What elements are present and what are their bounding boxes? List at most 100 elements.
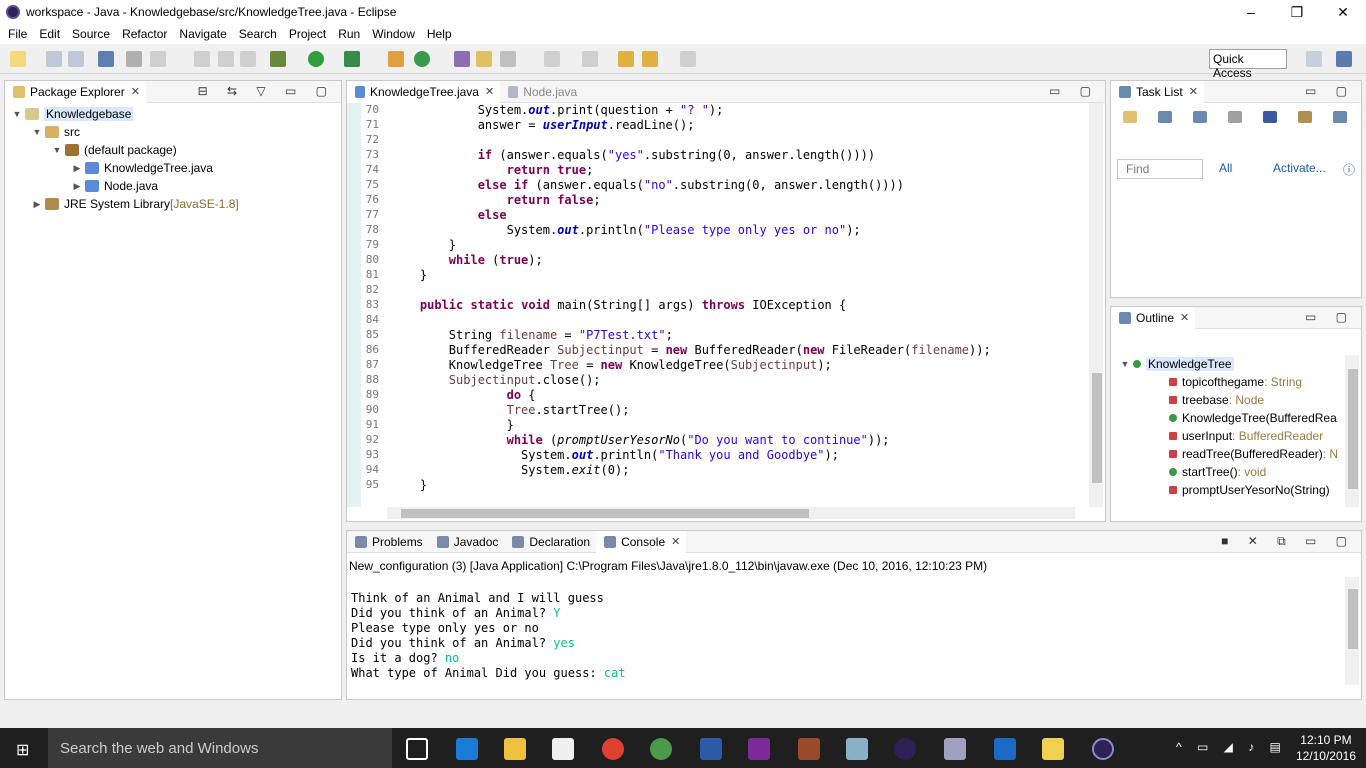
synchronize-icon[interactable] — [1333, 111, 1347, 123]
maximize-button[interactable]: ❐ — [1274, 0, 1320, 24]
tree-item[interactable]: ▶ Node.java — [5, 177, 341, 195]
back-icon[interactable] — [642, 51, 658, 67]
new-class-icon[interactable] — [414, 51, 430, 67]
task-view-controls[interactable]: ▭ ▢ — [1305, 84, 1355, 98]
new-java-project-icon[interactable] — [388, 51, 404, 67]
menu-project[interactable]: Project — [283, 27, 332, 41]
tab-problems[interactable]: Problems — [347, 531, 429, 553]
outline-view-controls[interactable]: ▭ ▢ — [1305, 310, 1355, 324]
outline-item[interactable]: startTree() : void — [1111, 463, 1361, 481]
format-icon[interactable] — [194, 51, 210, 67]
chevron-down-icon[interactable]: ▼ — [31, 127, 43, 137]
all-link[interactable]: All — [1219, 161, 1232, 175]
eclipse-taskbar-icon[interactable] — [894, 738, 916, 760]
outline-item[interactable]: topicofthegame : String — [1111, 373, 1361, 391]
menu-search[interactable]: Search — [233, 27, 283, 41]
mark-icon[interactable] — [150, 51, 166, 67]
app-icon[interactable] — [846, 738, 868, 760]
collapse-icon[interactable] — [1263, 111, 1277, 123]
save-all-icon[interactable] — [68, 51, 84, 67]
toggle-icon[interactable] — [126, 51, 142, 67]
close-icon[interactable]: ✕ — [671, 535, 680, 548]
menu-source[interactable]: Source — [66, 27, 116, 41]
editor-vertical-scrollbar[interactable] — [1089, 103, 1103, 507]
run-icon[interactable] — [308, 51, 324, 67]
menu-edit[interactable]: Edit — [33, 27, 66, 41]
editor-horizontal-scrollbar[interactable] — [387, 507, 1075, 519]
forward-icon[interactable] — [680, 51, 696, 67]
close-icon[interactable]: ✕ — [1180, 311, 1189, 324]
chevron-down-icon[interactable]: ▼ — [51, 145, 63, 155]
show-whitespace-icon[interactable] — [218, 51, 234, 67]
filter-icon[interactable] — [1228, 111, 1242, 123]
tab-node-java[interactable]: Node.java — [500, 81, 583, 103]
folder-icon[interactable] — [1042, 738, 1064, 760]
chevron-down-icon[interactable]: ▼ — [1119, 359, 1131, 369]
close-icon[interactable]: ✕ — [131, 85, 140, 98]
view-controls[interactable]: ⊟ ⇆ ▽ ▭ ▢ — [198, 84, 335, 98]
menu-run[interactable]: Run — [332, 27, 366, 41]
open-type-icon[interactable] — [454, 51, 470, 67]
save-icon[interactable] — [46, 51, 62, 67]
tab-package-explorer[interactable]: Package Explorer ✕ — [5, 80, 146, 103]
system-tray-icons[interactable]: ^ ▭ ◢ ♪ ▤ — [1176, 740, 1287, 754]
last-edit-icon[interactable] — [618, 51, 634, 67]
menu-refactor[interactable]: Refactor — [116, 27, 173, 41]
clock[interactable]: 12:10 PM 12/10/2016 — [1296, 732, 1356, 764]
coverage-icon[interactable] — [344, 51, 360, 67]
java-perspective-icon[interactable] — [1336, 51, 1352, 67]
debug-icon[interactable] — [270, 51, 286, 67]
menu-navigate[interactable]: Navigate — [173, 27, 232, 41]
new-icon[interactable] — [10, 51, 26, 67]
next-annotation-icon[interactable] — [544, 51, 560, 67]
tree-item[interactable]: ▼ (default package) — [5, 141, 341, 159]
chrome-icon[interactable] — [602, 738, 624, 760]
word-icon[interactable] — [700, 738, 722, 760]
open-folder-icon[interactable] — [476, 51, 492, 67]
chevron-right-icon[interactable]: ▶ — [71, 181, 83, 192]
activate-link[interactable]: Activate... — [1273, 161, 1326, 175]
edge-icon[interactable] — [456, 738, 478, 760]
paragraph-icon[interactable] — [240, 51, 256, 67]
open-perspective-icon[interactable] — [1306, 51, 1322, 67]
globe-icon[interactable] — [650, 738, 672, 760]
tree-item[interactable]: ▼ src — [5, 123, 341, 141]
close-icon[interactable]: ✕ — [485, 85, 494, 98]
tree-item[interactable]: ▼ Knowledgebase — [5, 105, 341, 123]
chevron-right-icon[interactable]: ▶ — [71, 163, 83, 174]
menu-file[interactable]: File — [2, 27, 33, 41]
categorize-icon[interactable] — [1158, 111, 1172, 123]
paint-icon[interactable] — [944, 738, 966, 760]
chevron-right-icon[interactable]: ▶ — [31, 199, 43, 210]
new-task-icon[interactable] — [1123, 111, 1137, 123]
eclipse-active-icon[interactable] — [1092, 738, 1114, 760]
outline-item[interactable]: promptUserYesorNo(String) — [1111, 481, 1361, 499]
console-view-controls[interactable]: ■ ✕ ⧉ ▭ ▢ — [1221, 534, 1355, 549]
menu-help[interactable]: Help — [421, 27, 458, 41]
editor-view-controls[interactable]: ▭ ▢ — [1049, 84, 1099, 98]
outline-item[interactable]: KnowledgeTree(BufferedRea — [1111, 409, 1361, 427]
outline-item[interactable]: readTree(BufferedReader) : N — [1111, 445, 1361, 463]
menu-window[interactable]: Window — [366, 27, 421, 41]
windows-start-icon[interactable]: ⊞ — [16, 740, 29, 760]
tab-console[interactable]: Console ✕ — [596, 530, 687, 553]
taskbar-search-box[interactable]: Search the web and Windows — [48, 728, 392, 768]
tab-outline[interactable]: Outline ✕ — [1111, 306, 1196, 329]
tab-task-list[interactable]: Task List ✕ — [1111, 80, 1204, 103]
onenote-icon[interactable] — [748, 738, 770, 760]
outline-item[interactable]: userInput : BufferedReader — [1111, 427, 1361, 445]
tree-item[interactable]: ▶ KnowledgeTree.java — [5, 159, 341, 177]
tab-knowledgetree-java[interactable]: KnowledgeTree.java ✕ — [347, 80, 501, 103]
console-output[interactable]: Think of an Animal and I will guess Did y… — [351, 591, 626, 681]
tab-javadoc[interactable]: Javadoc — [429, 531, 505, 553]
focus-icon[interactable] — [1298, 111, 1312, 123]
close-icon[interactable]: ✕ — [1189, 85, 1198, 98]
store-icon[interactable] — [552, 738, 574, 760]
minimize-button[interactable]: – — [1228, 0, 1274, 24]
code-editor[interactable]: 70 System.out.print(question + "? "); 71 … — [363, 103, 1081, 507]
outline-vertical-scrollbar[interactable] — [1345, 355, 1359, 507]
file-explorer-icon[interactable] — [504, 738, 526, 760]
search-icon[interactable] — [500, 51, 516, 67]
outlook-icon[interactable] — [994, 738, 1016, 760]
outline-item[interactable]: treebase : Node — [1111, 391, 1361, 409]
